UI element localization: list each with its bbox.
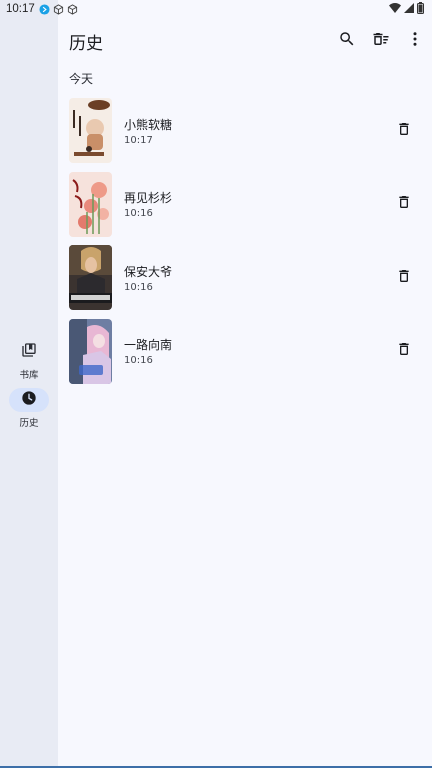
search-icon [338, 30, 356, 52]
status-bar: 10:17 [0, 0, 432, 18]
history-item[interactable]: 一路向南 10:16 [58, 315, 432, 389]
battery-icon [417, 1, 424, 17]
nav-pill [9, 340, 49, 364]
more-options-button[interactable] [398, 21, 432, 61]
trash-icon [396, 341, 412, 361]
read-time: 10:16 [124, 208, 153, 220]
history-item[interactable]: 再见杉杉 10:16 [58, 168, 432, 242]
history-item[interactable]: 小熊软糖 10:17 [58, 94, 432, 168]
cube-icon [53, 3, 64, 15]
more-vert-icon [406, 30, 424, 52]
nav-label: 书库 [19, 370, 39, 381]
delete-button[interactable] [392, 339, 416, 363]
book-title: 再见杉杉 [124, 191, 173, 206]
trash-icon [396, 194, 412, 214]
clear-all-icon [372, 30, 390, 52]
page-title: 历史 [69, 33, 103, 54]
nav-pill-active [9, 388, 49, 412]
navigation-rail: 书库 历史 [0, 0, 58, 768]
read-time: 10:16 [124, 281, 153, 293]
wifi-icon [389, 2, 401, 16]
status-time: 10:17 [6, 3, 35, 15]
top-app-bar: 历史 [58, 18, 432, 64]
trash-icon [396, 121, 412, 141]
history-list: 小熊软糖 10:17 再见杉杉 10:16 保安大爷 10:16 一路向南 10… [58, 94, 432, 388]
book-cover [69, 98, 112, 164]
book-cover [69, 245, 112, 311]
delete-button[interactable] [392, 192, 416, 216]
clear-all-button[interactable] [364, 21, 398, 61]
search-button[interactable] [330, 21, 364, 61]
nav-label: 历史 [19, 418, 39, 429]
history-item-meta: 再见杉杉 10:16 [124, 189, 172, 219]
signal-icon [404, 2, 414, 16]
book-title: 小熊软糖 [124, 117, 173, 132]
book-title: 一路向南 [124, 338, 173, 353]
delete-button[interactable] [392, 119, 416, 143]
library-icon [21, 342, 37, 362]
screen: 书库 历史 10:17 历史 今天 小熊软糖 10:17 再见杉杉 10:16 … [0, 0, 432, 768]
book-title: 保安大爷 [124, 264, 173, 279]
trash-icon [396, 268, 412, 288]
history-item-meta: 保安大爷 10:16 [124, 263, 172, 293]
book-cover [69, 318, 112, 384]
nav-item-history[interactable]: 历史 [0, 388, 58, 429]
appbar-actions [330, 21, 432, 61]
delete-button[interactable] [392, 266, 416, 290]
status-right [389, 1, 424, 17]
history-clock-icon [21, 390, 37, 410]
notification-dot-icon [39, 3, 50, 15]
nav-item-library[interactable]: 书库 [0, 340, 58, 381]
book-cover [69, 171, 112, 237]
read-time: 10:16 [124, 355, 153, 367]
read-time: 10:17 [124, 134, 153, 146]
section-header-today: 今天 [69, 72, 94, 86]
history-item-meta: 小熊软糖 10:17 [124, 116, 172, 146]
cube-icon [67, 3, 78, 15]
history-item[interactable]: 保安大爷 10:16 [58, 241, 432, 315]
history-item-meta: 一路向南 10:16 [124, 336, 172, 366]
